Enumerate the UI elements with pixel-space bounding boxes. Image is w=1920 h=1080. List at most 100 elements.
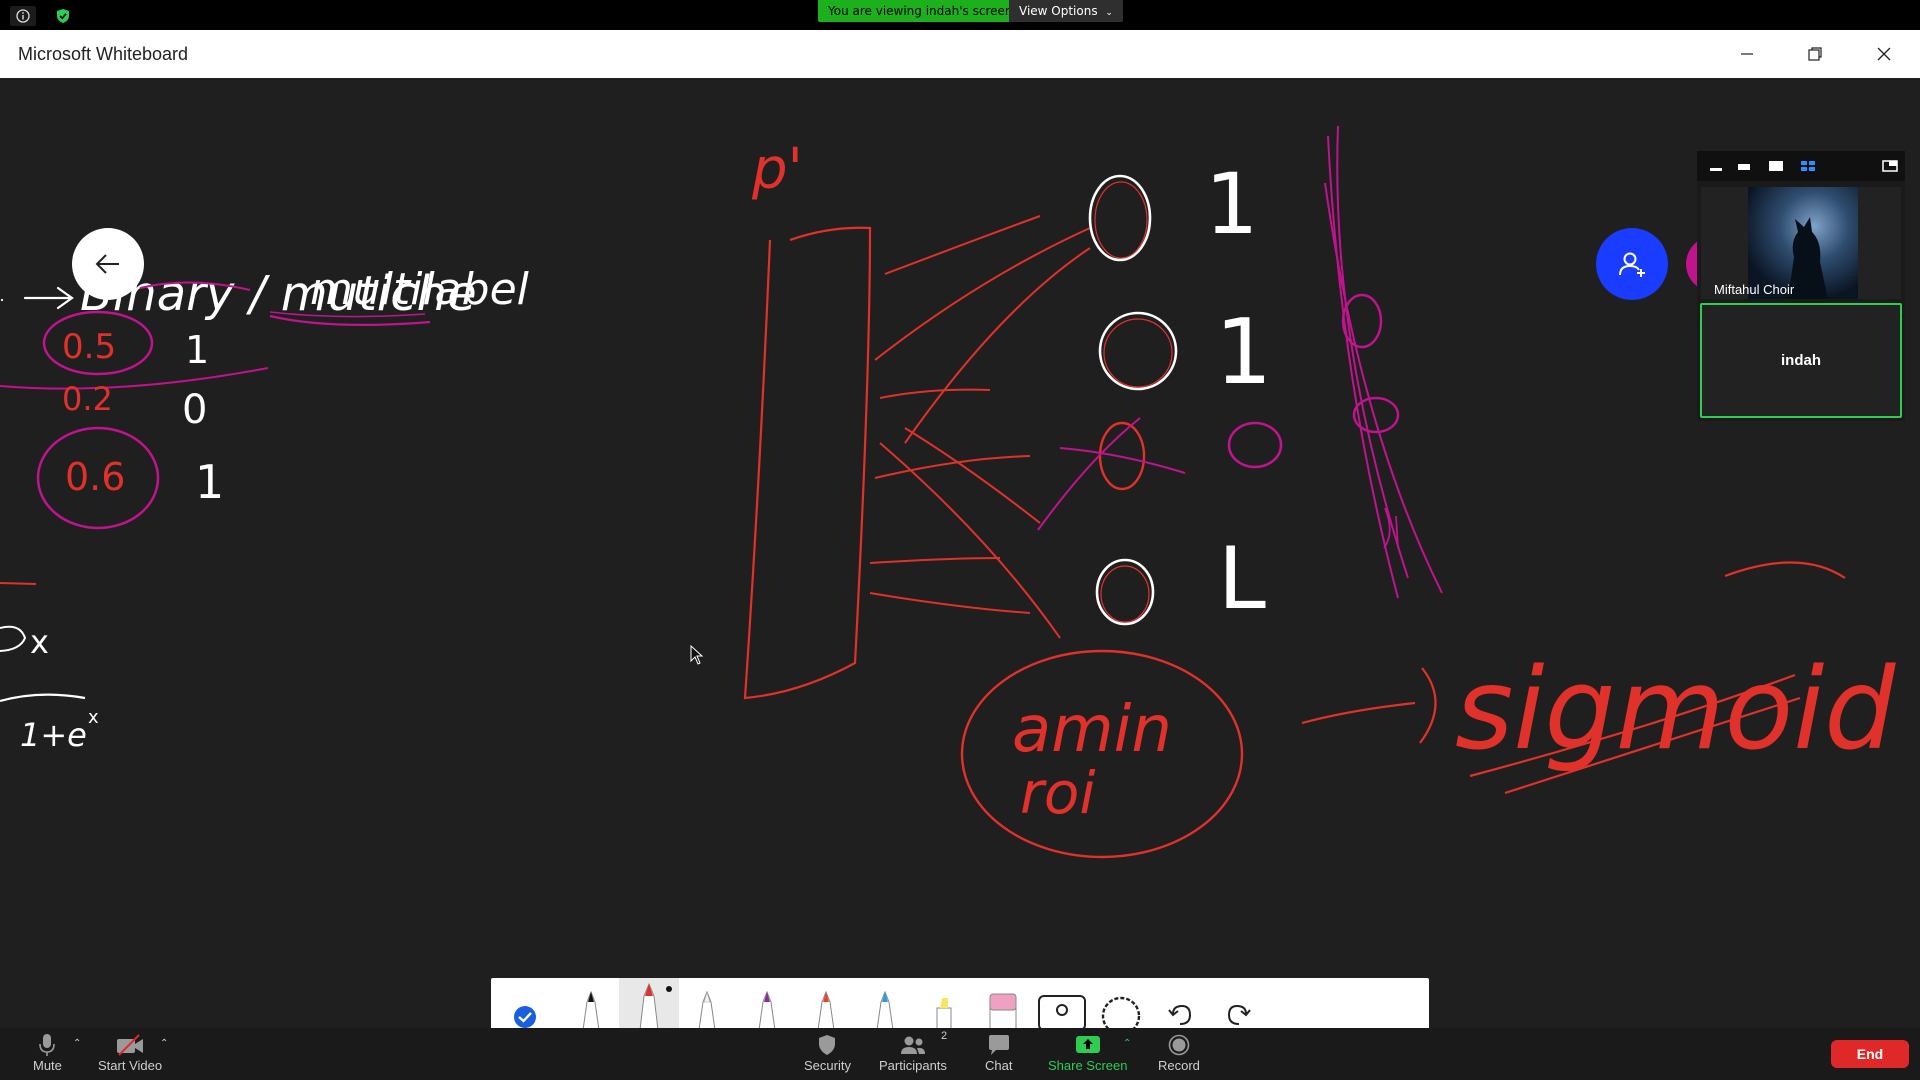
purple-pen-button[interactable] <box>737 978 797 1030</box>
whiteboard-toolbar <box>491 978 1429 1030</box>
close-icon <box>1877 47 1891 61</box>
chevron-down-icon: ⌄ <box>1105 8 1113 18</box>
select-tool-button[interactable] <box>495 978 555 1030</box>
redo-button[interactable] <box>1209 978 1269 1030</box>
pen-icon <box>876 990 894 1030</box>
video-options-caret[interactable]: ⌃ <box>160 1038 168 1049</box>
eraser-icon <box>989 993 1017 1030</box>
undo-icon <box>1168 1004 1192 1025</box>
start-video-label: Start Video <box>98 1058 163 1073</box>
ink-formula-x: x <box>30 623 49 661</box>
chat-label: Chat <box>985 1058 1013 1073</box>
encryption-shield-icon[interactable] <box>52 6 74 26</box>
close-button[interactable] <box>1867 40 1901 68</box>
minimize-icon <box>1741 53 1753 55</box>
ink-amin-text: amin <box>1012 693 1172 767</box>
ink-p-label: p' <box>751 137 803 202</box>
video-panel-toolbar <box>1697 151 1905 181</box>
chat-bubble-icon <box>987 1032 1011 1058</box>
viewing-screen-banner: You are viewing indah's screen <box>818 0 1023 22</box>
ink-col-b-1: 1 <box>1205 155 1258 253</box>
panel-strip-icon[interactable] <box>1737 159 1751 173</box>
view-options-button[interactable]: View Options ⌄ <box>1009 0 1123 22</box>
ink-label-1: 1 <box>185 328 209 372</box>
participant-name: indah <box>1781 352 1821 369</box>
shield-icon <box>817 1032 837 1058</box>
share-screen-label: Share Screen <box>1048 1058 1128 1073</box>
share-options-caret[interactable]: ⌃ <box>1123 1038 1131 1049</box>
active-pen-dot <box>666 986 672 992</box>
ruler-button[interactable] <box>1032 978 1092 1030</box>
whiteboard-canvas[interactable]: Binary / mutiche multilabel 0.5 1 0.2 0 … <box>0 78 1920 1028</box>
ink-roi-text: roi <box>1020 759 1095 827</box>
participants-icon <box>899 1032 927 1058</box>
black-pen-button[interactable] <box>561 978 621 1030</box>
pen-icon <box>639 982 659 1030</box>
zoom-top-bar: You are viewing indah's screen View Opti… <box>0 0 1920 30</box>
info-icon[interactable] <box>10 6 36 26</box>
restore-button[interactable] <box>1798 40 1832 68</box>
panel-speaker-icon[interactable] <box>1768 159 1784 173</box>
share-screen-button[interactable]: Share Screen <box>1048 1032 1128 1073</box>
view-options-label: View Options <box>1019 4 1098 18</box>
ruler-icon <box>1038 995 1086 1030</box>
participant-tile[interactable]: Miftahul Choir <box>1701 187 1901 299</box>
share-screen-icon <box>1075 1032 1101 1058</box>
participant-video-panel: Miftahul Choir indah <box>1697 151 1905 421</box>
participants-count: 2 <box>941 1030 948 1042</box>
ink-col-b-4: L <box>1218 529 1266 629</box>
panel-minimize-icon[interactable] <box>1709 159 1723 173</box>
ink-sigmoid-text: sigmoid <box>1455 645 1896 775</box>
pen-icon <box>698 990 716 1030</box>
add-person-icon <box>1619 252 1645 277</box>
check-circle-icon <box>514 1006 536 1028</box>
restore-icon <box>1808 47 1822 61</box>
lasso-icon <box>1101 996 1141 1030</box>
mouse-cursor-icon <box>690 645 704 665</box>
start-video-button[interactable]: Start Video <box>98 1032 162 1073</box>
pen-icon <box>582 990 600 1030</box>
panel-layout-icon[interactable] <box>1882 159 1898 173</box>
mute-options-caret[interactable]: ⌃ <box>73 1038 81 1049</box>
record-label: Record <box>1158 1058 1200 1073</box>
pen-icon <box>817 990 835 1030</box>
participant-name: Miftahul Choir <box>1714 282 1795 297</box>
participants-button[interactable]: Participants 2 <box>879 1030 948 1073</box>
white-pen-button[interactable] <box>677 978 737 1030</box>
chat-button[interactable]: Chat <box>985 1032 1012 1073</box>
ink-strokes: Binary / mutiche multilabel 0.5 1 0.2 0 … <box>0 125 1896 859</box>
ink-multilabel-text: multilabel <box>310 264 530 315</box>
orange-red-pen-button[interactable] <box>796 978 856 1030</box>
panel-gallery-icon[interactable] <box>1800 159 1816 173</box>
security-button[interactable]: Security <box>804 1032 851 1073</box>
ink-formula-den: 1+e <box>20 716 87 754</box>
security-label: Security <box>804 1058 851 1073</box>
blue-pen-button[interactable] <box>855 978 915 1030</box>
end-meeting-button[interactable]: End <box>1831 1040 1909 1068</box>
back-button[interactable] <box>72 228 144 300</box>
record-button[interactable]: Record <box>1158 1032 1200 1073</box>
mute-label: Mute <box>33 1058 62 1073</box>
ink-prob-3: 0.6 <box>65 455 125 499</box>
red-pen-button[interactable] <box>619 978 679 1030</box>
ink-label-2: 0 <box>182 387 207 433</box>
ink-prob-2: 0.2 <box>62 380 113 418</box>
zoom-bottom-bar: Mute ⌃ Start Video ⌃ Security Participan… <box>0 1028 1920 1080</box>
window-title: Microsoft Whiteboard <box>18 44 189 64</box>
video-off-icon <box>115 1032 145 1058</box>
active-speaker-tile[interactable]: indah <box>1700 303 1902 418</box>
lasso-button[interactable] <box>1091 978 1151 1030</box>
microphone-icon <box>38 1032 56 1058</box>
ink-formula-den-exp: x <box>88 707 99 728</box>
arrow-left-icon <box>95 254 119 274</box>
mute-button[interactable]: Mute <box>33 1032 62 1073</box>
highlighter-button[interactable] <box>914 978 974 1030</box>
minimize-button[interactable] <box>1730 40 1764 68</box>
participants-label: Participants <box>879 1058 947 1073</box>
window-titlebar: Microsoft Whiteboard <box>0 30 1920 78</box>
undo-button[interactable] <box>1150 978 1210 1030</box>
ink-label-3: 1 <box>195 455 224 509</box>
highlighter-icon <box>936 998 952 1030</box>
eraser-button[interactable] <box>973 978 1033 1030</box>
invite-button[interactable] <box>1596 228 1668 300</box>
